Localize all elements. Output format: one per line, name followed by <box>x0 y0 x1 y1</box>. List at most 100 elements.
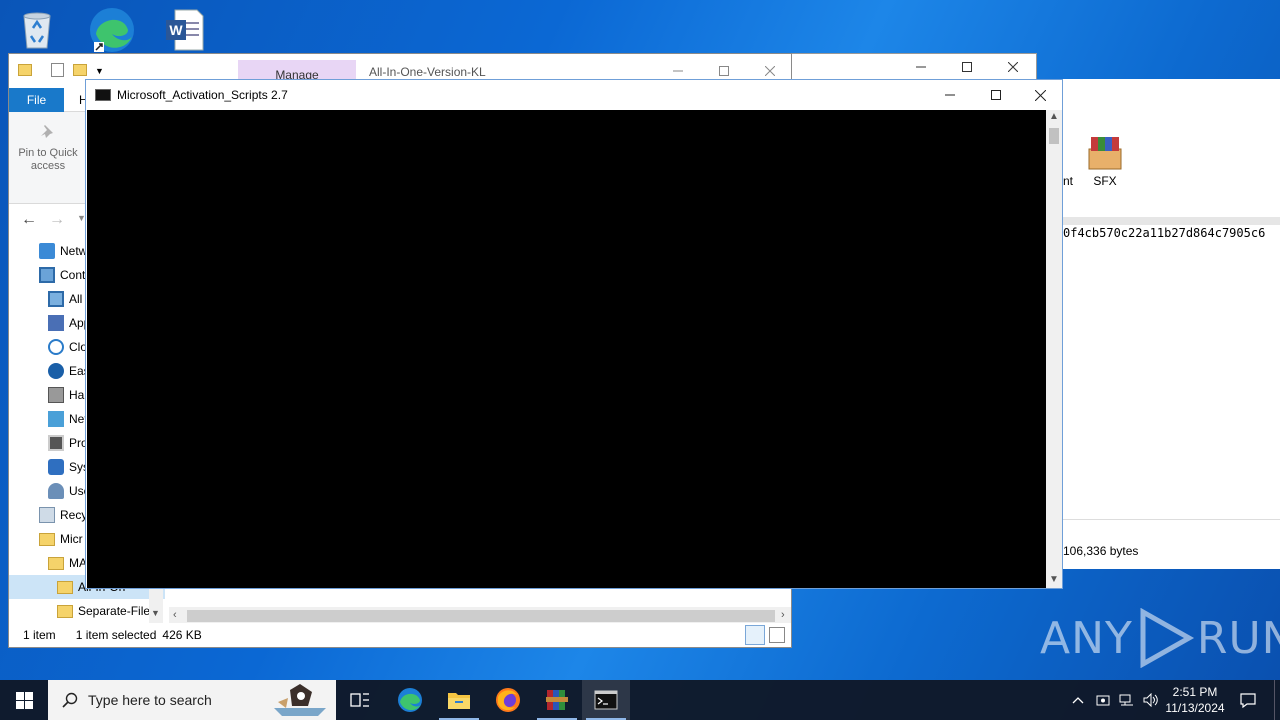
taskbar-firefox[interactable] <box>484 680 532 720</box>
tree-item[interactable]: Eas <box>48 359 90 383</box>
pin-label: Pin to Quick <box>18 147 78 159</box>
folder-icon <box>18 64 32 76</box>
tab-file[interactable]: File <box>9 88 64 112</box>
tree-item[interactable]: Pro <box>48 431 88 455</box>
winrar-titlebar[interactable] <box>792 53 1037 79</box>
folder-icon <box>39 532 55 546</box>
maximize-button[interactable] <box>944 54 990 80</box>
winrar-window[interactable]: nt SFX 0f4cb570c22a11b27d864c7905c6 106,… <box>1037 79 1280 569</box>
user-icon <box>48 483 64 499</box>
console-scrollbar[interactable]: ▲ ▼ <box>1046 110 1062 588</box>
details-view-icon[interactable] <box>745 625 765 645</box>
start-button[interactable] <box>0 680 48 720</box>
notifications-button[interactable] <box>1232 680 1264 720</box>
cmd-icon <box>95 89 111 101</box>
network-icon <box>39 243 55 259</box>
selected-count: 1 item selected <box>75 628 157 642</box>
watermark-right: RUN <box>1196 612 1280 664</box>
size-text: 106,336 bytes <box>1063 544 1139 558</box>
properties-icon[interactable] <box>51 63 64 77</box>
hardware-icon <box>48 387 64 403</box>
tray-app-button[interactable] <box>1092 680 1114 720</box>
tree-item[interactable]: All <box>48 287 82 311</box>
ease-access-icon <box>48 363 64 379</box>
scroll-thumb[interactable] <box>1049 128 1059 144</box>
firefox-icon <box>496 688 520 712</box>
chevron-down-icon[interactable]: ▼ <box>95 66 104 76</box>
new-folder-icon[interactable] <box>73 64 87 76</box>
tree-item[interactable]: Use <box>48 479 90 503</box>
clock-time: 2:51 PM <box>1172 685 1218 699</box>
pin-icon <box>41 125 53 138</box>
minimize-button[interactable] <box>898 54 944 80</box>
cmd-icon <box>594 690 618 710</box>
forward-arrow-icon[interactable]: → <box>49 211 65 229</box>
file-explorer-icon <box>448 693 470 709</box>
show-hidden-icons-button[interactable] <box>1068 680 1088 720</box>
large-icons-view-icon[interactable] <box>769 627 785 643</box>
scroll-left-icon[interactable]: ‹ <box>173 609 177 621</box>
cmd-window[interactable]: Microsoft_Activation_Scripts 2.7 ▲ ▼ <box>85 79 1063 589</box>
tree-item[interactable]: MA <box>48 551 87 575</box>
programs-icon <box>48 435 64 451</box>
taskbar-edge[interactable] <box>386 680 434 720</box>
system-icon <box>48 459 64 475</box>
maximize-button[interactable] <box>973 80 1019 110</box>
window-title: All-In-One-Version-KL <box>369 65 486 79</box>
sfx-icon <box>1088 137 1122 170</box>
search-icon <box>62 692 78 708</box>
recycle-icon <box>39 507 55 523</box>
taskbar-winrar[interactable] <box>533 680 581 720</box>
tree-item[interactable]: Netw <box>39 239 87 263</box>
hash-text: 0f4cb570c22a11b27d864c7905c6 <box>1063 226 1266 240</box>
word-icon[interactable]: W <box>163 8 207 52</box>
volume-button[interactable] <box>1140 680 1162 720</box>
search-placeholder: Type here to search <box>88 692 212 708</box>
scroll-down-icon[interactable]: ▼ <box>1049 574 1059 585</box>
item-count: 1 item <box>23 628 56 642</box>
network-icon <box>1119 694 1133 706</box>
tree-item[interactable]: Clo <box>48 335 87 359</box>
sfx-button[interactable]: SFX <box>1083 135 1127 191</box>
back-arrow-icon[interactable]: ← <box>21 211 37 229</box>
clock-icon <box>48 339 64 355</box>
folder-icon <box>48 556 64 570</box>
edge-icon[interactable] <box>88 6 136 54</box>
clock[interactable]: 2:51 PM 11/13/2024 <box>1164 680 1226 720</box>
tree-item[interactable]: Separate-File: <box>57 599 153 623</box>
scroll-thumb[interactable] <box>187 610 775 622</box>
pin-quick-access-button[interactable]: Pin to Quick access <box>13 122 83 173</box>
svg-text:W: W <box>169 22 183 38</box>
taskbar-cmd[interactable] <box>582 680 630 720</box>
scroll-right-icon[interactable]: › <box>781 609 785 621</box>
security-icon <box>1096 695 1110 706</box>
console-output[interactable] <box>87 110 1047 588</box>
minimize-button[interactable] <box>927 80 973 110</box>
toolbar-partial-label: nt <box>1063 174 1074 188</box>
tree-item[interactable]: Har <box>48 383 88 407</box>
close-button[interactable] <box>990 54 1036 80</box>
cmd-title: Microsoft_Activation_Scripts 2.7 <box>117 88 288 102</box>
scroll-up-icon[interactable]: ▲ <box>1049 111 1059 122</box>
close-button[interactable] <box>1017 80 1063 110</box>
taskbar-explorer[interactable] <box>435 680 483 720</box>
search-box[interactable]: Type here to search <box>48 680 336 720</box>
tree-item[interactable]: Sys <box>48 455 89 479</box>
chevron-up-icon <box>1072 697 1084 704</box>
recycle-bin-icon[interactable] <box>15 8 59 52</box>
edge-icon <box>398 688 422 712</box>
show-desktop-button[interactable] <box>1274 680 1280 720</box>
watermark: ANY RUN <box>1040 608 1280 668</box>
tree-item[interactable]: Recy <box>39 503 87 527</box>
clock-date: 11/13/2024 <box>1165 701 1225 715</box>
tree-item[interactable]: Cont <box>39 263 85 287</box>
cmd-titlebar[interactable]: Microsoft_Activation_Scripts 2.7 <box>86 80 1062 110</box>
tree-item[interactable]: Net <box>48 407 88 431</box>
tree-item[interactable]: Micr <box>39 527 83 551</box>
tree-item[interactable]: App <box>48 311 90 335</box>
network-button[interactable] <box>1116 680 1138 720</box>
search-highlight-icon <box>274 684 326 716</box>
task-view-button[interactable] <box>336 680 384 720</box>
scroll-down-icon[interactable]: ▼ <box>151 608 160 618</box>
folder-icon <box>57 604 73 618</box>
